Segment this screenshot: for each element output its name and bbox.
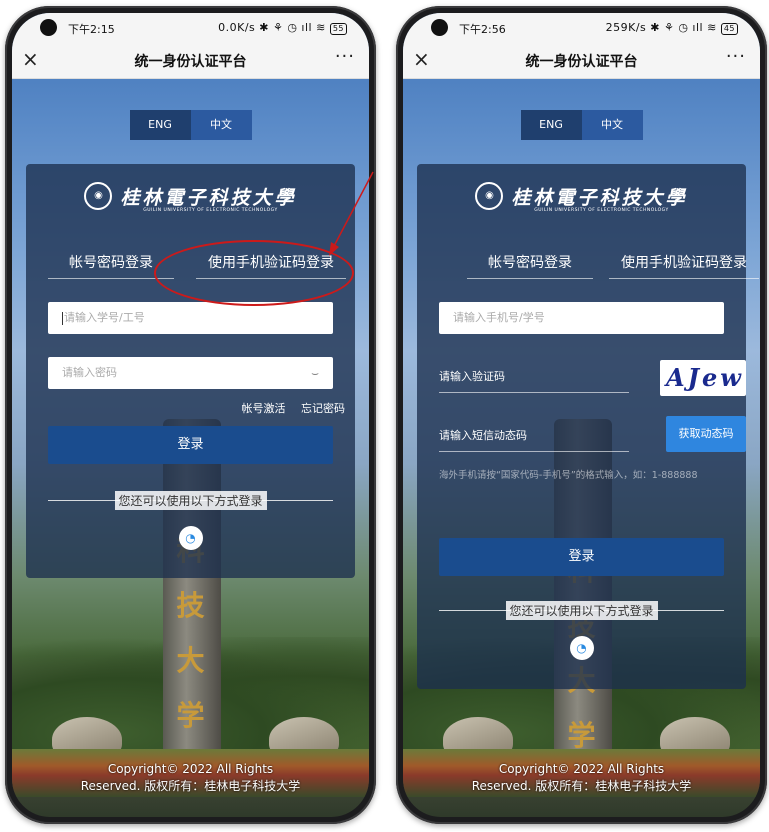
stone-char: 技 <box>176 589 205 622</box>
copyright-line: Copyright© 2022 All Rights <box>498 762 665 776</box>
copyright: Copyright© 2022 All Rights Reserved. 版权所… <box>403 761 760 795</box>
logo-en: GUILIN UNIVERSITY OF ELECTRONIC TECHNOLO… <box>534 208 669 213</box>
text-caret <box>62 311 63 325</box>
sms-code-input[interactable]: 请输入短信动态码 <box>439 421 629 452</box>
stone-char: 大 <box>176 644 205 677</box>
more-icon[interactable]: ··· <box>335 46 355 67</box>
password-input[interactable]: 请输入密码 ⌣ <box>48 357 333 389</box>
captcha-placeholder: 请输入验证码 <box>439 370 505 383</box>
camera-cutout <box>40 19 57 36</box>
status-icons: 0.0K/s ✱ ⚘ ◷ ıll ≋ 55 <box>218 21 347 35</box>
emblem-icon: ◉ <box>84 182 113 210</box>
sms-placeholder: 请输入短信动态码 <box>439 429 527 442</box>
annotation-arrow-icon <box>329 171 374 256</box>
nav-bar: × 统一身份认证平台 ··· <box>12 42 369 79</box>
password-placeholder: 请输入密码 <box>62 366 117 379</box>
phone-placeholder: 请输入手机号/学号 <box>453 311 545 324</box>
copyright-line: Reserved. 版权所有：桂林电子科技大学 <box>471 779 692 793</box>
captcha-image[interactable]: AJew <box>660 360 746 396</box>
logo-cn: 桂林電子科技大學 <box>120 186 297 209</box>
phone-input[interactable]: 请输入手机号/学号 <box>439 302 724 334</box>
alt-login-divider: 您还可以使用以下方式登录 <box>48 491 333 510</box>
alt-login-divider: 您还可以使用以下方式登录 <box>439 601 724 620</box>
signal-icon: ✱ ⚘ ◷ ıll ≋ <box>650 21 721 34</box>
username-input[interactable]: 请输入学号/工号 <box>48 302 333 334</box>
left-screen: 科 技 大 学 下午2:15 0.0K/s ✱ ⚘ ◷ ıll ≋ 55 × 统… <box>12 13 369 817</box>
lang-eng-button[interactable]: ENG <box>520 110 582 140</box>
alt-login-text: 您还可以使用以下方式登录 <box>114 491 267 510</box>
activate-account-link[interactable]: 帐号激活 <box>242 402 286 415</box>
stone-char: 学 <box>176 699 205 732</box>
alt-login-text: 您还可以使用以下方式登录 <box>505 601 658 620</box>
page-title: 统一身份认证平台 <box>134 54 247 70</box>
forgot-password-link[interactable]: 忘记密码 <box>301 402 345 415</box>
account-links: 帐号激活 忘记密码 <box>230 400 346 416</box>
right-screen: 科 技 大 学 下午2:56 259K/s ✱ ⚘ ◷ ıll ≋ 45 × 统… <box>403 13 760 817</box>
network-speed: 259K/s <box>605 21 647 34</box>
status-icons: 259K/s ✱ ⚘ ◷ ıll ≋ 45 <box>606 21 738 35</box>
status-bar: 下午2:15 0.0K/s ✱ ⚘ ◷ ıll ≋ 55 <box>12 13 369 42</box>
copyright: Copyright© 2022 All Rights Reserved. 版权所… <box>12 761 369 795</box>
qq-login-icon[interactable]: ◔ <box>569 636 594 660</box>
signal-icon: ✱ ⚘ ◷ ıll ≋ <box>259 21 330 34</box>
tab-account-password[interactable]: 帐号密码登录 <box>467 252 593 279</box>
login-tabs: 帐号密码登录 使用手机验证码登录 <box>439 252 759 282</box>
right-phone: 科 技 大 学 下午2:56 259K/s ✱ ⚘ ◷ ıll ≋ 45 × 统… <box>396 6 767 824</box>
tab-phone-code[interactable]: 使用手机验证码登录 <box>609 252 759 279</box>
copyright-line: Reserved. 版权所有：桂林电子科技大学 <box>80 779 301 793</box>
status-time: 下午2:56 <box>459 23 506 36</box>
more-icon[interactable]: ··· <box>726 46 746 67</box>
emblem-icon: ◉ <box>475 182 504 210</box>
camera-cutout <box>431 19 448 36</box>
lang-zh-button[interactable]: 中文 <box>581 110 643 140</box>
overseas-phone-hint: 海外手机请按“国家代码-手机号”的格式输入，如：1-888888 <box>439 470 698 481</box>
status-time: 下午2:15 <box>68 23 115 36</box>
battery-icon: 45 <box>720 23 738 35</box>
lang-eng-button[interactable]: ENG <box>129 110 191 140</box>
network-speed: 0.0K/s <box>218 21 256 34</box>
stone-char: 学 <box>567 719 596 752</box>
copyright-line: Copyright© 2022 All Rights <box>107 762 274 776</box>
login-card: ◉ 桂林電子科技大學 GUILIN UNIVERSITY OF ELECTRONI… <box>417 164 759 689</box>
page-title: 统一身份认证平台 <box>525 54 638 70</box>
captcha-input[interactable]: 请输入验证码 <box>439 362 629 393</box>
login-button[interactable]: 登录 <box>439 538 724 576</box>
language-switch: ENG 中文 <box>129 110 252 140</box>
university-logo: ◉ 桂林電子科技大學 GUILIN UNIVERSITY OF ELECTRONI… <box>417 182 746 213</box>
get-sms-code-button[interactable]: 获取动态码 <box>666 416 746 452</box>
login-button[interactable]: 登录 <box>48 426 333 464</box>
logo-cn: 桂林電子科技大學 <box>511 186 688 209</box>
eye-closed-icon[interactable]: ⌣ <box>311 357 319 389</box>
lang-zh-button[interactable]: 中文 <box>190 110 252 140</box>
status-bar: 下午2:56 259K/s ✱ ⚘ ◷ ıll ≋ 45 <box>403 13 760 42</box>
qq-login-icon[interactable]: ◔ <box>178 526 203 550</box>
left-phone: 科 技 大 学 下午2:15 0.0K/s ✱ ⚘ ◷ ıll ≋ 55 × 统… <box>5 6 376 824</box>
battery-icon: 55 <box>329 23 347 35</box>
language-switch: ENG 中文 <box>520 110 643 140</box>
username-placeholder: 请输入学号/工号 <box>64 311 145 324</box>
nav-bar: × 统一身份认证平台 ··· <box>403 42 760 79</box>
